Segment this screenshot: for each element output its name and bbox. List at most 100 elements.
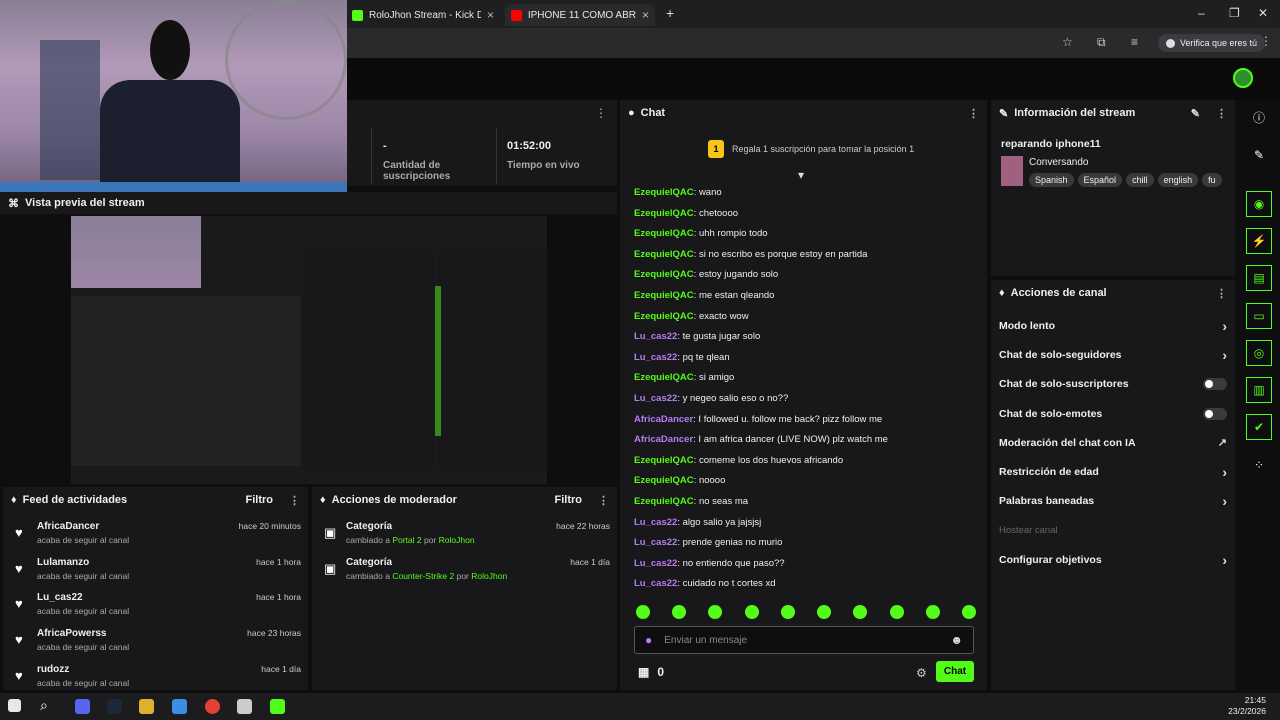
channel-actions-menu-icon[interactable]: ⋮	[1216, 287, 1227, 300]
channel-action-item[interactable]: Restricción de edad ›	[991, 457, 1235, 486]
channel-action-item[interactable]: Moderación del chat con IA ↗	[991, 428, 1235, 457]
close-window-icon[interactable]: ✕	[1258, 6, 1268, 20]
activity-filter-button[interactable]: Filtro	[246, 494, 274, 506]
activity-item[interactable]: ♥ AfricaDancer acaba de seguir al canal hac…	[11, 521, 301, 557]
mod-action-item[interactable]: ▣ Categoría cambiado a Portal 2 por RoloJh…	[320, 521, 610, 557]
chat-icon[interactable]: ▭	[1246, 303, 1272, 329]
tag-chip[interactable]: fu	[1202, 173, 1222, 187]
chat-username[interactable]: EzequielQAC	[634, 455, 694, 466]
stream-preview[interactable]	[0, 214, 617, 484]
chat-username[interactable]: EzequielQAC	[634, 249, 694, 260]
lightning-icon[interactable]: ⚡	[1246, 228, 1272, 254]
chat-username[interactable]: Lu_cas22	[634, 578, 677, 589]
browser-tab-youtube[interactable]: IPHONE 11 COMO ABRIR E TRO ×	[505, 4, 655, 26]
chat-username[interactable]: Lu_cas22	[634, 517, 677, 528]
chat-username[interactable]: Lu_cas22	[634, 331, 677, 342]
channel-action-item[interactable]: Hostear canal	[991, 516, 1235, 545]
mod-menu-icon[interactable]: ⋮	[598, 494, 609, 507]
chat-input-box[interactable]: ● Enviar un mensaje ☻	[634, 626, 974, 654]
extensions-icon[interactable]: ⧉	[1097, 35, 1106, 50]
channel-action-item[interactable]: Chat de solo-emotes	[991, 399, 1235, 428]
chrome-icon[interactable]	[205, 699, 220, 714]
activity-item[interactable]: ♥ Lulamanzo acaba de seguir al canal hace 1…	[11, 557, 301, 593]
app-icon[interactable]	[237, 699, 252, 714]
gift-banner[interactable]: 1 Regala 1 suscripción para tomar la pos…	[708, 140, 914, 158]
chat-username[interactable]: EzequielQAC	[634, 269, 694, 280]
emoji-icon[interactable]: ☻	[950, 633, 963, 647]
mic-icon[interactable]: ●	[645, 633, 652, 647]
stats-menu-icon[interactable]: ⋮	[595, 106, 607, 120]
folder-icon[interactable]	[139, 699, 154, 714]
broadcast-icon[interactable]: ◎	[1246, 340, 1272, 366]
server-icon[interactable]: ▥	[1246, 377, 1272, 403]
emote-icon[interactable]	[853, 605, 868, 619]
info-icon[interactable]: ⓘ	[1246, 104, 1272, 130]
clock[interactable]: 21:45 23/2/2026	[1228, 695, 1266, 717]
pinned-chevron-icon[interactable]: ▾	[798, 168, 804, 182]
chat-username[interactable]: EzequielQAC	[634, 290, 694, 301]
channel-action-item[interactable]: Modo lento ›	[991, 311, 1235, 340]
chevron-right-icon[interactable]: ›	[1222, 318, 1227, 334]
chat-username[interactable]: EzequielQAC	[634, 187, 694, 198]
windows-start-icon[interactable]	[8, 699, 21, 712]
channel-action-item[interactable]: Chat de solo-suscriptores	[991, 370, 1235, 399]
emote-icon[interactable]	[925, 605, 940, 619]
mod-filter-button[interactable]: Filtro	[555, 494, 583, 506]
emote-icon[interactable]	[889, 605, 904, 619]
chat-username[interactable]: EzequielQAC	[634, 311, 694, 322]
channel-action-item[interactable]: Configurar objetivos ›	[991, 545, 1235, 574]
chat-username[interactable]: Lu_cas22	[634, 393, 677, 404]
tag-chip[interactable]: english	[1157, 173, 1199, 187]
media-icon[interactable]: ≡	[1131, 35, 1138, 49]
mod-action-value[interactable]: Counter-Strike 2	[392, 571, 454, 581]
chat-menu-icon[interactable]: ⋮	[968, 107, 979, 120]
app-icon[interactable]	[172, 699, 187, 714]
chevron-right-icon[interactable]: ›	[1222, 464, 1227, 480]
activity-item[interactable]: ♥ Lu_cas22 acaba de seguir al canal hace 1 …	[11, 592, 301, 628]
tag-chip[interactable]: Español	[1077, 173, 1123, 187]
kick-app-icon[interactable]	[270, 699, 285, 714]
chat-username[interactable]: EzequielQAC	[634, 475, 694, 486]
edit-icon[interactable]: ✎	[1246, 142, 1272, 168]
minimize-icon[interactable]: –	[1198, 6, 1205, 20]
close-tab-icon[interactable]: ×	[642, 8, 649, 22]
chat-send-button[interactable]: Chat	[936, 661, 974, 682]
chat-username[interactable]: EzequielQAC	[634, 228, 694, 239]
chat-username[interactable]: Lu_cas22	[634, 352, 677, 363]
mod-action-user[interactable]: RoloJhon	[471, 571, 507, 581]
toggle-switch[interactable]	[1203, 378, 1227, 391]
toggle-switch[interactable]	[1203, 407, 1227, 420]
search-icon[interactable]: ⌕	[40, 697, 48, 714]
chat-username[interactable]: AfricaDancer	[634, 434, 693, 445]
chat-username[interactable]: EzequielQAC	[634, 372, 694, 383]
chat-username[interactable]: EzequielQAC	[634, 496, 694, 507]
focus-icon[interactable]: ◉	[1246, 191, 1272, 217]
steam-icon[interactable]	[107, 699, 122, 714]
wrench-icon[interactable]: ✔	[1246, 414, 1272, 440]
chat-settings-icon[interactable]: ⚙	[916, 666, 927, 680]
emote-icon[interactable]	[708, 605, 723, 619]
stream-info-menu-icon[interactable]: ⋮	[1216, 107, 1227, 120]
activity-menu-icon[interactable]: ⋮	[289, 494, 300, 507]
chat-username[interactable]: Lu_cas22	[634, 558, 677, 569]
chevron-right-icon[interactable]: ›	[1222, 347, 1227, 363]
emote-icon[interactable]	[961, 605, 976, 619]
mod-action-item[interactable]: ▣ Categoría cambiado a Counter-Strike 2 po…	[320, 557, 610, 593]
emote-icon[interactable]	[817, 605, 832, 619]
emote-icon[interactable]	[636, 605, 650, 619]
external-link-icon[interactable]: ↗	[1218, 436, 1227, 449]
chat-username[interactable]: EzequielQAC	[634, 208, 694, 219]
chevron-right-icon[interactable]: ›	[1222, 493, 1227, 509]
mod-action-user[interactable]: RoloJhon	[439, 535, 475, 545]
tag-chip[interactable]: chill	[1126, 173, 1154, 187]
apps-icon[interactable]: ⁘	[1246, 452, 1272, 478]
edit-icon[interactable]: ✎	[1191, 107, 1200, 120]
chevron-right-icon[interactable]: ›	[1222, 552, 1227, 568]
mod-action-value[interactable]: Portal 2	[392, 535, 421, 545]
restore-icon[interactable]: ❐	[1229, 6, 1240, 20]
emote-icon[interactable]	[672, 605, 687, 619]
chat-username[interactable]: Lu_cas22	[634, 537, 677, 548]
channel-action-item[interactable]: Chat de solo-seguidores ›	[991, 340, 1235, 369]
browser-tab-kick[interactable]: RoloJhon Stream - Kick Dashboard ×	[346, 4, 500, 26]
emote-icon[interactable]	[780, 605, 795, 619]
